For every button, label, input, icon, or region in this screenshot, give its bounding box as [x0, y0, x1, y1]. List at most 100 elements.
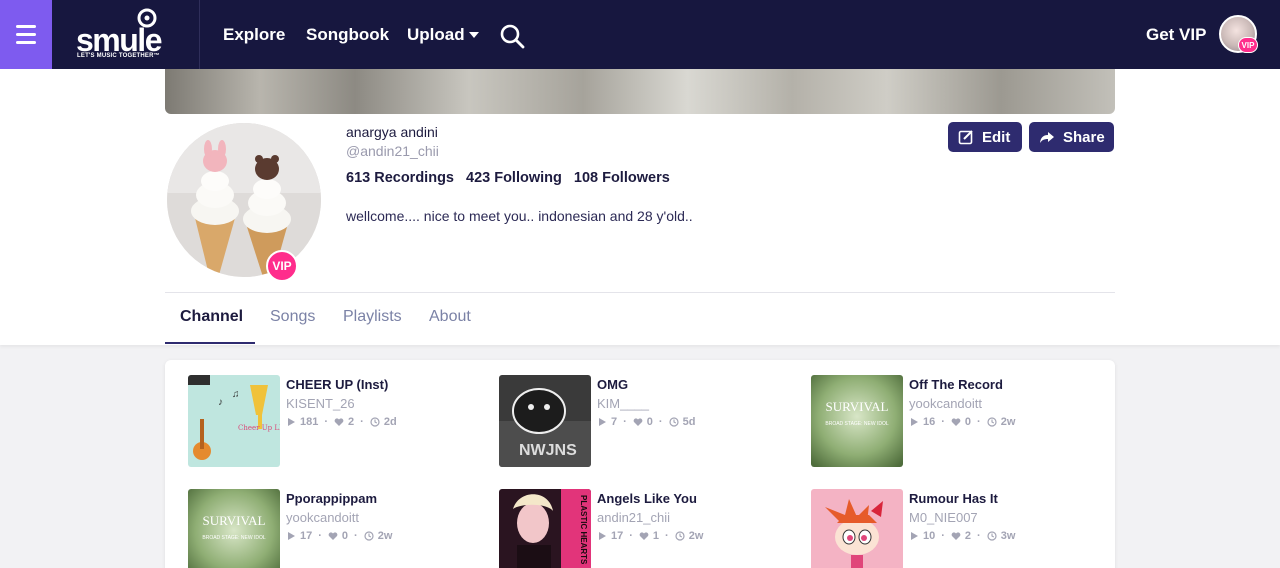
clock-icon [675, 531, 685, 541]
play-icon [911, 418, 918, 426]
heart-icon [951, 532, 961, 540]
edit-button-label: Edit [982, 128, 1011, 146]
song-thumbnail[interactable]: SURVIVAL BROAD STAGE: NEW IDOL [188, 489, 280, 568]
tab-songs[interactable]: Songs [270, 308, 315, 326]
nav-songbook[interactable]: Songbook [306, 25, 389, 45]
chevron-down-icon[interactable] [469, 32, 479, 38]
song-title[interactable]: CHEER UP (Inst) [286, 377, 388, 392]
survival-cover: SURVIVAL BROAD STAGE: NEW IDOL [188, 489, 280, 568]
share-button[interactable]: Share [1029, 122, 1114, 152]
play-count: 7 [611, 416, 618, 428]
play-icon [911, 532, 918, 540]
play-count: 17 [300, 530, 313, 542]
song-item[interactable]: SURVIVAL BROAD STAGE: NEW IDOL Pporappip… [188, 489, 478, 568]
song-thumbnail[interactable]: PLASTIC HEARTS [499, 489, 591, 568]
vip-badge: VIP [1238, 37, 1258, 53]
active-tab-indicator [165, 342, 255, 344]
cheer-up-cover: Cheer Up LEVEL 2 ♪ ♫ [188, 375, 280, 467]
song-title[interactable]: OMG [597, 377, 628, 392]
tab-playlists[interactable]: Playlists [343, 308, 402, 326]
survival-art-text: SURVIVAL [825, 399, 888, 414]
edit-button[interactable]: Edit [948, 122, 1022, 152]
song-title[interactable]: Rumour Has It [909, 491, 998, 506]
profile-bio: wellcome.... nice to meet you.. indonesi… [346, 208, 693, 224]
clock-icon [370, 417, 380, 427]
song-meta: 7 · 0 · 5d [597, 416, 695, 428]
heart-icon [334, 418, 344, 426]
song-artist[interactable]: KIM____ [597, 396, 649, 411]
song-title[interactable]: Off The Record [909, 377, 1003, 392]
share-arrow-icon [1040, 132, 1054, 143]
love-count: 2 [348, 416, 355, 428]
song-artist[interactable]: yookcandoitt [286, 510, 359, 525]
song-thumbnail[interactable]: SURVIVAL BROAD STAGE: NEW IDOL [811, 375, 903, 467]
logo-tagline: LET'S MUSIC TOGETHER™ [77, 53, 160, 59]
song-age: 2w [1000, 416, 1016, 428]
plastic-hearts-art-text: PLASTIC HEARTS [579, 495, 588, 565]
profile-stats: 613 Recordings 423 Following 108 Followe… [346, 170, 670, 186]
love-count: 2 [964, 530, 972, 542]
love-count: 0 [341, 530, 349, 542]
survival-art-text: SURVIVAL [202, 513, 265, 528]
tab-channel[interactable]: Channel [180, 308, 243, 326]
plastic-hearts-cover: PLASTIC HEARTS [499, 489, 591, 568]
heart-icon [639, 532, 649, 540]
survival-cover: SURVIVAL BROAD STAGE: NEW IDOL [811, 375, 903, 467]
song-title[interactable]: Pporappippam [286, 491, 377, 506]
nav-upload[interactable]: Upload [407, 25, 465, 45]
search-icon[interactable] [499, 23, 525, 49]
play-icon [288, 532, 295, 540]
song-thumbnail[interactable] [811, 489, 903, 568]
heart-icon [328, 532, 338, 540]
song-title[interactable]: Angels Like You [597, 491, 697, 506]
play-count: 10 [923, 530, 936, 542]
song-artist[interactable]: andin21_chii [597, 510, 670, 525]
profile-avatar [167, 123, 321, 277]
ice-cream-photo [167, 123, 321, 277]
song-meta: 17 · 0 · 2w [286, 530, 392, 542]
survival-art-subtext: BROAD STAGE: NEW IDOL [202, 535, 265, 541]
svg-text:♪: ♪ [218, 397, 223, 408]
profile-vip-badge: VIP [266, 250, 298, 282]
play-icon [599, 532, 606, 540]
song-item[interactable]: PLASTIC HEARTS Angels Like You andin21_c… [499, 489, 789, 568]
clock-icon [364, 531, 374, 541]
hamburger-menu-icon[interactable] [0, 0, 52, 69]
user-handle: @andin21_chii [346, 143, 439, 159]
song-meta: 181 · 2 · 2d [286, 416, 397, 428]
get-vip-link[interactable]: Get VIP [1146, 25, 1206, 45]
nav-explore[interactable]: Explore [223, 25, 285, 45]
display-name: anargya andini [346, 124, 438, 140]
song-artist[interactable]: M0_NIE007 [909, 510, 978, 525]
song-age: 2w [688, 530, 704, 542]
smule-logo[interactable]: smule LET'S MUSIC TOGETHER™ [73, 8, 183, 62]
song-item[interactable]: SURVIVAL BROAD STAGE: NEW IDOL Off The R… [811, 375, 1101, 467]
song-thumbnail[interactable]: Cheer Up LEVEL 2 ♪ ♫ [188, 375, 280, 467]
tab-about[interactable]: About [429, 308, 471, 326]
followers-count[interactable]: 108 Followers [574, 170, 670, 186]
play-count: 16 [923, 416, 936, 428]
following-count[interactable]: 423 Following [466, 170, 562, 186]
song-artist[interactable]: KISENT_26 [286, 396, 355, 411]
svg-text:♫: ♫ [232, 389, 240, 400]
love-count: 0 [964, 416, 972, 428]
cover-image [165, 69, 1115, 114]
recordings-count[interactable]: 613 Recordings [346, 170, 454, 186]
song-meta: 10 · 2 · 3w [909, 530, 1015, 542]
song-thumbnail[interactable]: NWJNS [499, 375, 591, 467]
tabs-divider [165, 292, 1115, 293]
heart-icon [633, 418, 643, 426]
cheer-up-art-text: Cheer Up LEVEL 2 [238, 424, 280, 432]
song-meta: 16 · 0 · 2w [909, 416, 1015, 428]
clock-icon [668, 417, 679, 427]
love-count: 0 [646, 416, 653, 428]
song-item[interactable]: NWJNS OMG KIM____ 7 · 0 · 5d [499, 375, 789, 467]
song-artist[interactable]: yookcandoitt [909, 396, 982, 411]
song-item[interactable]: Rumour Has It M0_NIE007 10 · 2 · 3w [811, 489, 1101, 568]
share-button-label: Share [1063, 128, 1105, 146]
song-age: 2w [377, 530, 393, 542]
song-age: 2d [383, 416, 397, 428]
song-meta: 17 · 1 · 2w [597, 530, 703, 542]
nav-divider [199, 0, 200, 69]
song-item[interactable]: Cheer Up LEVEL 2 ♪ ♫ CHEER UP (Inst) KIS… [188, 375, 478, 467]
